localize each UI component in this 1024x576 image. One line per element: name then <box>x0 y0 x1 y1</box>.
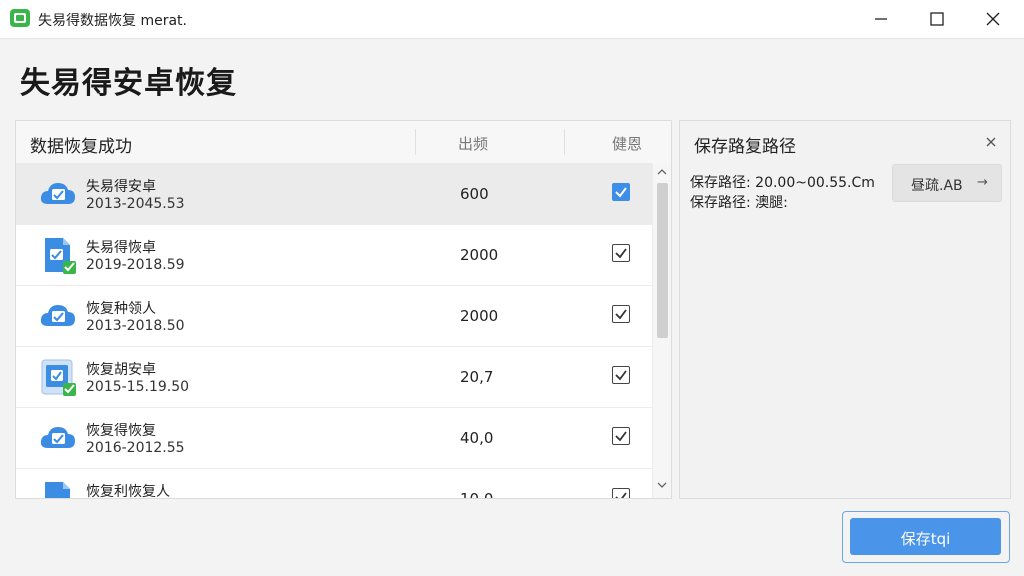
arrow-right-icon: → <box>977 175 988 190</box>
page-title: 失易得安卓恢复 <box>20 66 237 101</box>
item-date: 2016-2012.55 <box>86 440 185 456</box>
item-size: 40,0 <box>460 429 494 447</box>
minimize-icon <box>875 18 887 20</box>
recovered-file-list: 数据恢复成功 出频 健恩 失易得安卓 2013-2045.53 600 失易得恢… <box>15 120 672 499</box>
item-date: 2015-15.19.50 <box>86 379 190 395</box>
item-date: 2013-2045.53 <box>86 196 185 212</box>
cloud-check-icon <box>40 183 75 204</box>
item-size: 600 <box>460 185 489 203</box>
maximize-icon <box>930 12 944 26</box>
document-icon <box>45 482 70 498</box>
column-divider <box>564 129 565 155</box>
close-icon <box>986 12 1000 26</box>
item-checkbox[interactable] <box>612 244 630 262</box>
list-scrollbar[interactable] <box>652 163 671 498</box>
item-checkbox[interactable] <box>612 183 630 201</box>
checkmark-icon <box>615 187 627 198</box>
save-button-label: 保存tqi <box>900 530 951 548</box>
list-item[interactable]: 恢复种领人 2013-2018.50 2000 <box>16 285 652 347</box>
item-checkbox[interactable] <box>612 488 630 498</box>
tablet-check-icon <box>41 359 76 396</box>
cloud-check-icon <box>40 427 75 448</box>
item-checkbox[interactable] <box>612 305 630 323</box>
list-item[interactable]: 失易得恢卓 2019-2018.59 2000 <box>16 224 652 286</box>
close-window-button[interactable] <box>970 0 1016 38</box>
item-name: 失易得恢卓 <box>86 240 156 256</box>
list-item[interactable]: 恢复得恢复 2016-2012.55 40,0 <box>16 407 652 469</box>
save-path-detail: 保存路径: 澳腿: <box>690 195 788 211</box>
list-header: 数据恢复成功 出频 健恩 <box>16 121 671 164</box>
item-date: 2013-2018.50 <box>86 318 185 334</box>
column-header-select[interactable]: 健恩 <box>612 133 642 154</box>
checkmark-icon <box>615 248 627 259</box>
item-size: 20,7 <box>460 368 494 386</box>
app-logo-icon <box>10 9 30 27</box>
save-button[interactable]: 保存tqi <box>850 518 1001 555</box>
save-path-panel: 保存路复路径 保存路径: 20.00~00.55.Cm 保存路径: 澳腿: 昼疏… <box>679 120 1011 499</box>
minimize-button[interactable] <box>858 0 904 38</box>
save-path-title: 保存路复路径 <box>694 137 796 157</box>
browse-label: 昼疏.AB <box>911 178 963 194</box>
item-name: 恢复种领人 <box>86 301 156 317</box>
item-checkbox[interactable] <box>612 427 630 445</box>
window-title: 失易得数据恢复 merat. <box>38 13 187 29</box>
scrollbar-thumb[interactable] <box>657 183 668 338</box>
list-item[interactable]: 恢复利恢复人 10,0 <box>16 468 652 498</box>
save-button-focus-frame: 保存tqi <box>842 511 1010 563</box>
checkmark-icon <box>615 370 627 381</box>
checkmark-icon <box>615 492 627 498</box>
list-item[interactable]: 失易得安卓 2013-2045.53 600 <box>16 163 652 225</box>
checkmark-icon <box>615 309 627 320</box>
item-date: 2019-2018.59 <box>86 257 185 273</box>
list-rows: 失易得安卓 2013-2045.53 600 失易得恢卓 2019-2018.5… <box>16 163 652 498</box>
item-size: 10,0 <box>460 490 493 498</box>
scroll-up-icon[interactable] <box>657 167 667 177</box>
cloud-check-icon <box>40 305 75 326</box>
item-size: 2000 <box>460 246 499 264</box>
item-name: 恢复利恢复人 <box>86 484 170 498</box>
maximize-button[interactable] <box>914 0 960 38</box>
item-checkbox[interactable] <box>612 366 630 384</box>
title-bar: 失易得数据恢复 merat. <box>0 0 1024 39</box>
column-divider <box>415 129 416 155</box>
browse-button[interactable]: 昼疏.AB → <box>892 164 1002 202</box>
close-icon[interactable] <box>982 133 1000 151</box>
item-name: 恢复胡安卓 <box>86 362 156 378</box>
item-name: 恢复得恢复 <box>86 423 156 439</box>
scroll-down-icon[interactable] <box>657 480 667 490</box>
checkmark-icon <box>615 431 627 442</box>
column-header-name[interactable]: 数据恢复成功 <box>30 132 132 157</box>
save-path-value: 保存路径: 20.00~00.55.Cm <box>690 175 875 191</box>
column-header-size[interactable]: 出频 <box>458 133 488 154</box>
item-name: 失易得安卓 <box>86 179 156 195</box>
item-size: 2000 <box>460 307 499 325</box>
list-item[interactable]: 恢复胡安卓 2015-15.19.50 20,7 <box>16 346 652 408</box>
document-check-icon <box>45 238 76 274</box>
